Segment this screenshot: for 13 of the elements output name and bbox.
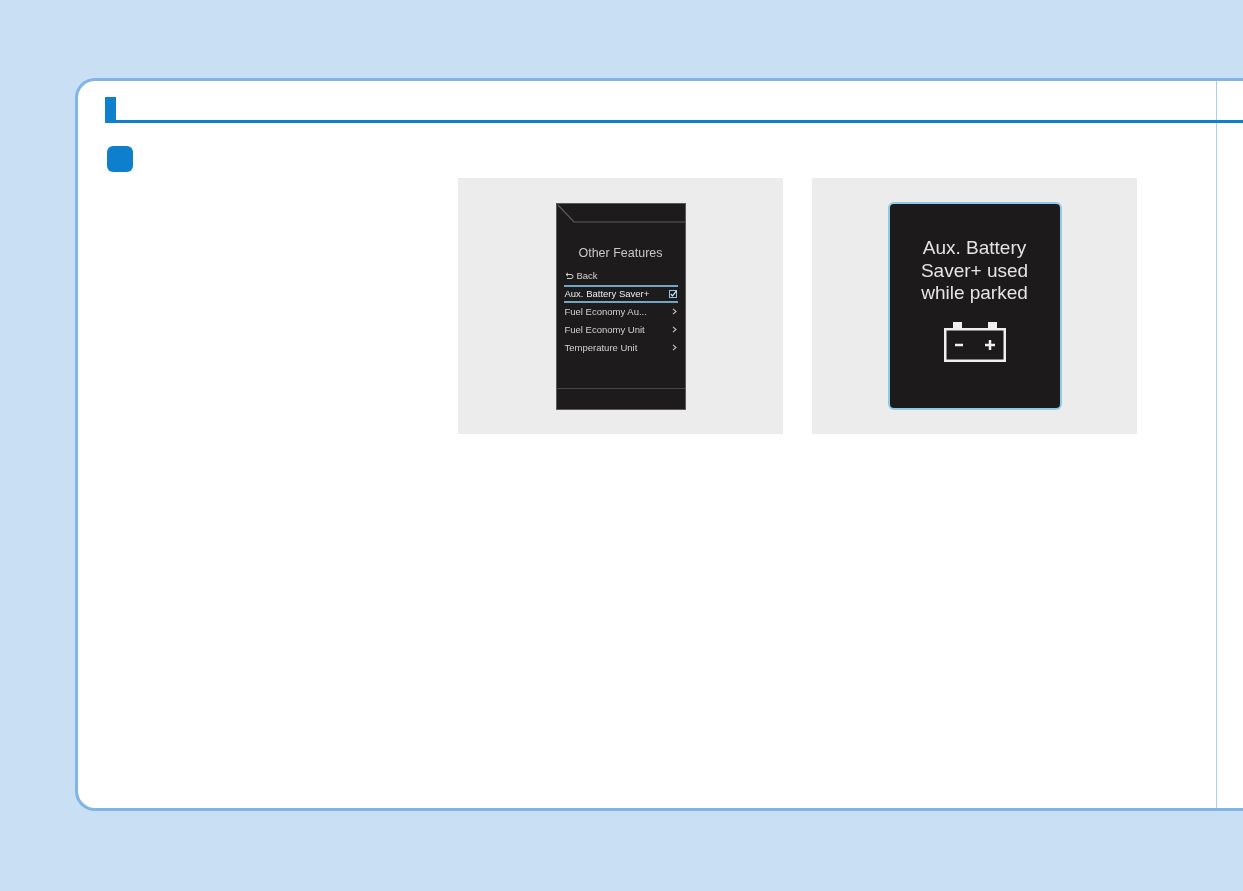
menu-item[interactable]: Fuel Economy Unit bbox=[563, 320, 678, 339]
menu-item[interactable]: Aux. Battery Saver+ bbox=[563, 284, 678, 303]
menu-item[interactable]: Back bbox=[563, 266, 678, 285]
battery-icon bbox=[942, 321, 1007, 362]
menu-title: Other Features bbox=[578, 245, 663, 260]
chevron-right-icon bbox=[671, 344, 677, 351]
popup-message: Aux. Battery Saver+ used while parked bbox=[920, 237, 1029, 305]
menu-item[interactable]: Fuel Economy Au... bbox=[563, 302, 678, 321]
chevron-right-icon bbox=[671, 308, 677, 315]
step-marker-icon bbox=[107, 146, 133, 172]
menu-item[interactable]: Temperature Unit bbox=[563, 338, 678, 357]
chevron-right-icon bbox=[671, 326, 677, 333]
back-arrow-icon bbox=[564, 272, 574, 279]
